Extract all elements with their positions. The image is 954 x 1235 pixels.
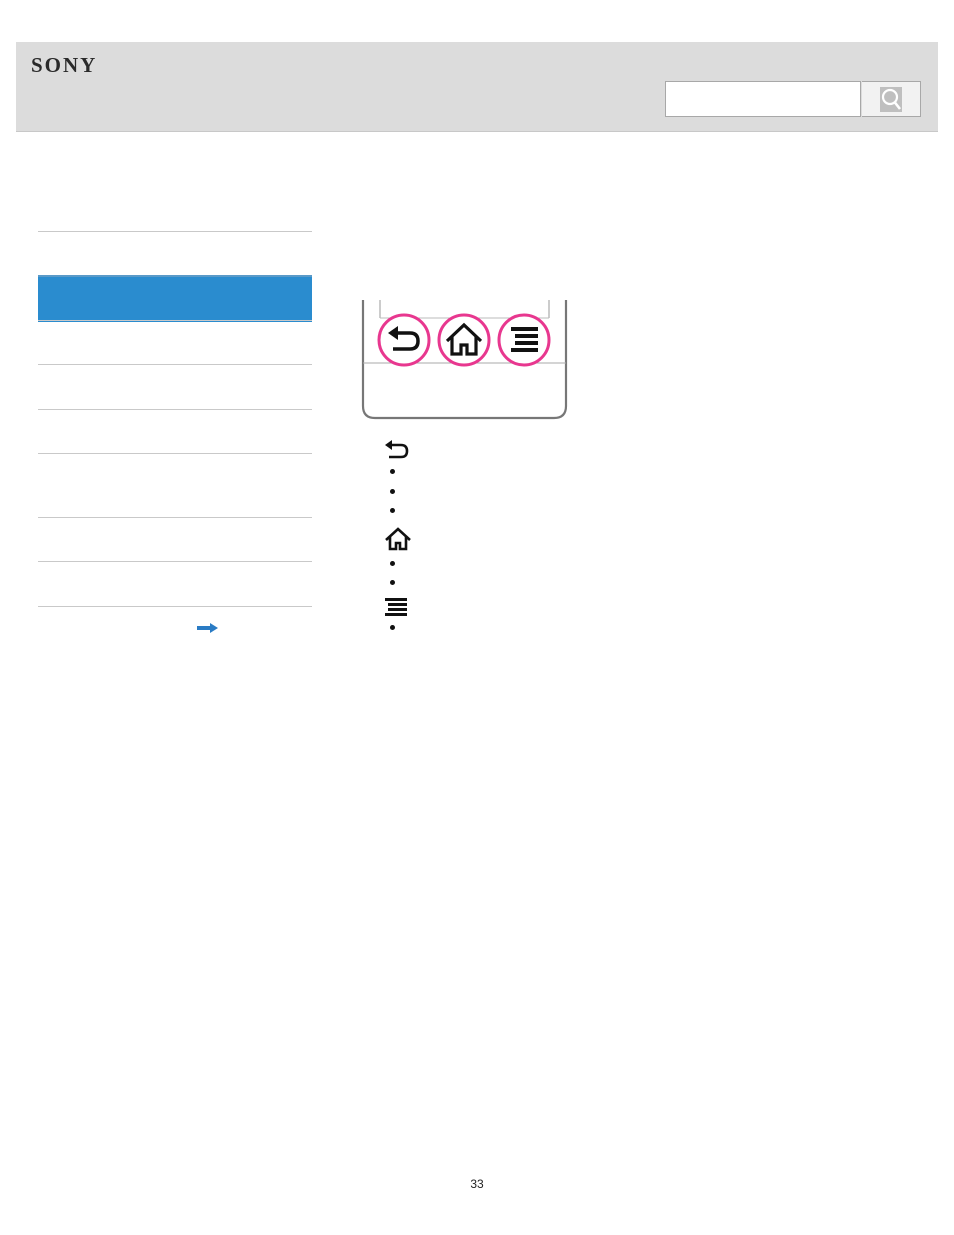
search-input[interactable] — [665, 81, 861, 117]
menu-icon — [384, 597, 410, 622]
home-icon — [437, 313, 491, 367]
search-icon — [880, 86, 902, 112]
sidebar-item[interactable] — [38, 517, 312, 562]
header-bar: SONY — [16, 42, 938, 132]
back-icon — [377, 313, 431, 367]
sidebar-item[interactable] — [38, 364, 312, 410]
search-button[interactable] — [862, 81, 921, 117]
list-bullet — [390, 625, 395, 630]
list-bullet — [390, 489, 395, 494]
sidebar-item[interactable] — [38, 320, 312, 365]
sidebar-divider — [38, 606, 312, 608]
list-bullet — [390, 469, 395, 474]
list-bullet — [390, 508, 395, 513]
sidebar-item[interactable] — [38, 409, 312, 454]
list-bullet — [390, 580, 395, 585]
back-icon — [384, 440, 410, 465]
sidebar-item[interactable] — [38, 561, 312, 607]
sony-logo: SONY — [31, 53, 98, 77]
sidebar-item-active[interactable] — [38, 275, 312, 322]
home-icon — [384, 527, 412, 556]
sidebar-item[interactable] — [38, 453, 312, 518]
device-nav-keys-illustration — [360, 300, 570, 422]
menu-icon — [497, 313, 551, 367]
page-number: 33 — [470, 1177, 484, 1191]
list-bullet — [390, 561, 395, 566]
sidebar-item[interactable] — [38, 231, 312, 276]
arrow-right-icon[interactable] — [197, 620, 219, 633]
